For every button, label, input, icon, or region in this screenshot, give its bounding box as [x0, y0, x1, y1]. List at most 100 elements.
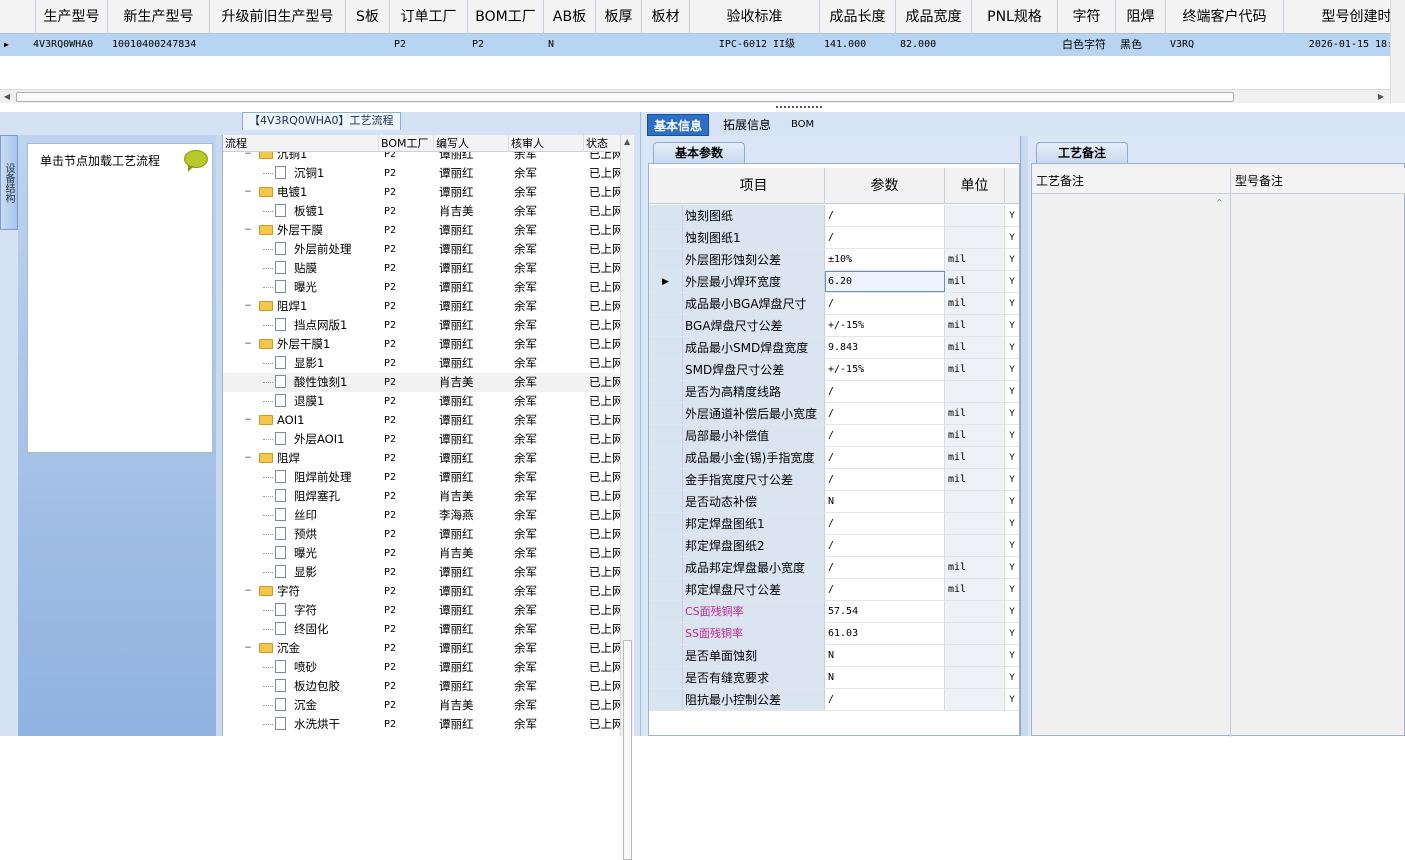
row-selector[interactable]: [649, 579, 683, 600]
param-row[interactable]: 邦定焊盘图纸2/ Y: [649, 535, 1019, 557]
param-row[interactable]: 是否为高精度线路 / Y: [649, 381, 1019, 403]
param-value[interactable]: /: [825, 557, 945, 578]
col-bom-factory[interactable]: BOM工厂: [468, 0, 544, 34]
process-row[interactable]: 阻焊塞孔 P2 肖吉美 余军 已上网: [223, 487, 623, 506]
process-node[interactable]: 字符: [223, 601, 376, 620]
cell-ab-board[interactable]: N: [548, 34, 596, 56]
process-node[interactable]: 外层前处理: [223, 240, 376, 259]
process-row[interactable]: 外层前处理 P2 谭丽红 余军 已上网: [223, 240, 623, 259]
process-row[interactable]: 终固化 P2 谭丽红 余军 已上网: [223, 620, 623, 639]
cell-old-model[interactable]: [214, 34, 346, 56]
row-selector[interactable]: [649, 535, 683, 556]
col-process-remark[interactable]: 工艺备注: [1032, 168, 1230, 194]
process-node[interactable]: − 阻焊: [223, 449, 376, 468]
cell-customer-code[interactable]: V3RQ: [1170, 34, 1284, 56]
cell-bom-factory[interactable]: P2: [472, 34, 544, 56]
param-value[interactable]: /: [825, 227, 945, 248]
collapse-icon[interactable]: −: [243, 183, 253, 202]
col-param[interactable]: 参数: [825, 168, 945, 204]
collapse-icon[interactable]: −: [243, 335, 253, 354]
param-row[interactable]: 成品最小BGA焊盘尺寸 / mil Y: [649, 293, 1019, 315]
tab-basic-info[interactable]: 基本信息: [647, 114, 710, 136]
cell-acceptance[interactable]: IPC-6012 II级: [694, 34, 820, 56]
param-value[interactable]: /: [825, 425, 945, 446]
row-selector[interactable]: [649, 403, 683, 424]
process-row[interactable]: 退膜1 P2 谭丽红 余军 已上网: [223, 392, 623, 411]
process-node[interactable]: − AOI1: [223, 411, 376, 430]
col-item[interactable]: 项目: [683, 168, 825, 204]
process-row[interactable]: 酸性蚀刻1 P2 肖吉美 余军 已上网: [223, 373, 623, 392]
row-selector[interactable]: [649, 645, 683, 666]
row-selector[interactable]: [649, 557, 683, 578]
param-value[interactable]: ±10%: [825, 249, 945, 270]
process-row[interactable]: 板边包胶 P2 谭丽红 余军 已上网: [223, 677, 623, 696]
process-row[interactable]: − 外层干膜 P2 谭丽红 余军 已上网: [223, 221, 623, 240]
model-grid-row-selected[interactable]: ▶ 4V3RQ0WHA0 10010400247834 P2 P2 N IPC-6012 I…: [0, 34, 1405, 56]
param-row[interactable]: 成品最小SMD焊盘宽度 9.843 mil Y: [649, 337, 1019, 359]
cell-char[interactable]: 白色字符: [1062, 34, 1116, 56]
param-row[interactable]: 是否动态补偿 N Y: [649, 491, 1019, 513]
row-selector[interactable]: [649, 227, 683, 248]
process-node[interactable]: − 字符: [223, 582, 376, 601]
param-row[interactable]: 蚀刻图纸 / Y: [649, 205, 1019, 227]
row-selector[interactable]: [649, 469, 683, 490]
process-node[interactable]: − 外层干膜1: [223, 335, 376, 354]
param-value[interactable]: 6.20: [825, 271, 945, 292]
row-selector[interactable]: [649, 315, 683, 336]
process-node[interactable]: 喷砂: [223, 658, 376, 677]
process-node[interactable]: 阻焊塞孔: [223, 487, 376, 506]
row-selector[interactable]: [649, 601, 683, 622]
col-model-remark[interactable]: 型号备注: [1231, 168, 1405, 194]
col-created[interactable]: 型号创建时间: [1284, 0, 1405, 34]
process-row[interactable]: 显影 P2 谭丽红 余军 已上网: [223, 563, 623, 582]
process-node[interactable]: 板边包胶: [223, 677, 376, 696]
collapse-icon[interactable]: −: [243, 582, 253, 601]
param-row[interactable]: 成品最小金(锡)手指宽度 / mil Y: [649, 447, 1019, 469]
cell-solder-mask[interactable]: 黑色: [1120, 34, 1166, 56]
scroll-up-arrow-icon[interactable]: ▲: [624, 137, 630, 146]
row-selector[interactable]: [649, 689, 683, 710]
cell-s-board[interactable]: [350, 34, 390, 56]
col-order-factory[interactable]: 订单工厂: [390, 0, 468, 34]
process-node[interactable]: − 阻焊1: [223, 297, 376, 316]
param-value[interactable]: /: [825, 403, 945, 424]
param-value[interactable]: /: [825, 469, 945, 490]
param-value[interactable]: N: [825, 645, 945, 666]
process-row[interactable]: 板镀1 P2 肖吉美 余军 已上网: [223, 202, 623, 221]
cell-order-factory[interactable]: P2: [394, 34, 468, 56]
col-pnl[interactable]: PNL规格: [972, 0, 1058, 34]
col-length[interactable]: 成品长度: [820, 0, 896, 34]
col-unit[interactable]: 单位: [945, 168, 1005, 204]
row-selector[interactable]: [649, 293, 683, 314]
col-solder-mask[interactable]: 阻焊: [1116, 0, 1166, 34]
process-row[interactable]: − 阻焊1 P2 谭丽红 余军 已上网: [223, 297, 623, 316]
hscroll-thumb[interactable]: [16, 92, 1234, 102]
process-node[interactable]: 沉金: [223, 696, 376, 715]
process-row[interactable]: 阻焊前处理 P2 谭丽红 余军 已上网: [223, 468, 623, 487]
process-node[interactable]: − 外层干膜: [223, 221, 376, 240]
tab-process-remarks[interactable]: 工艺备注: [1036, 142, 1128, 163]
side-tab-equipment-structure[interactable]: 设备结构: [0, 135, 18, 230]
param-row[interactable]: 外层图形蚀刻公差 ±10% mil Y: [649, 249, 1019, 271]
param-value[interactable]: 61.03: [825, 623, 945, 644]
col-ab-board[interactable]: AB板: [544, 0, 596, 34]
process-node[interactable]: 丝印: [223, 506, 376, 525]
row-selector[interactable]: [649, 205, 683, 226]
cell-length[interactable]: 141.000: [824, 34, 896, 56]
param-row[interactable]: BGA焊盘尺寸公差 +/-15% mil Y: [649, 315, 1019, 337]
collapse-icon[interactable]: −: [243, 411, 253, 430]
col-char[interactable]: 字符: [1058, 0, 1116, 34]
process-row[interactable]: 喷砂 P2 谭丽红 余军 已上网: [223, 658, 623, 677]
process-node[interactable]: − 沉金: [223, 639, 376, 658]
process-row[interactable]: 水洗烘干 P2 谭丽红 余军 已上网: [223, 715, 623, 734]
collapse-icon[interactable]: −: [243, 449, 253, 468]
process-row[interactable]: 沉铜1 P2 谭丽红 余军 已上网: [223, 164, 623, 183]
scroll-up-arrow-icon[interactable]: ^: [1216, 198, 1223, 207]
process-node[interactable]: 挡点网版1: [223, 316, 376, 335]
vscroll-thumb[interactable]: [623, 640, 632, 860]
process-node[interactable]: 水洗烘干: [223, 715, 376, 734]
col-width[interactable]: 成品宽度: [896, 0, 972, 34]
process-row[interactable]: 挡点网版1 P2 谭丽红 余军 已上网: [223, 316, 623, 335]
cell-pnl[interactable]: [976, 34, 1058, 56]
param-value[interactable]: /: [825, 689, 945, 710]
